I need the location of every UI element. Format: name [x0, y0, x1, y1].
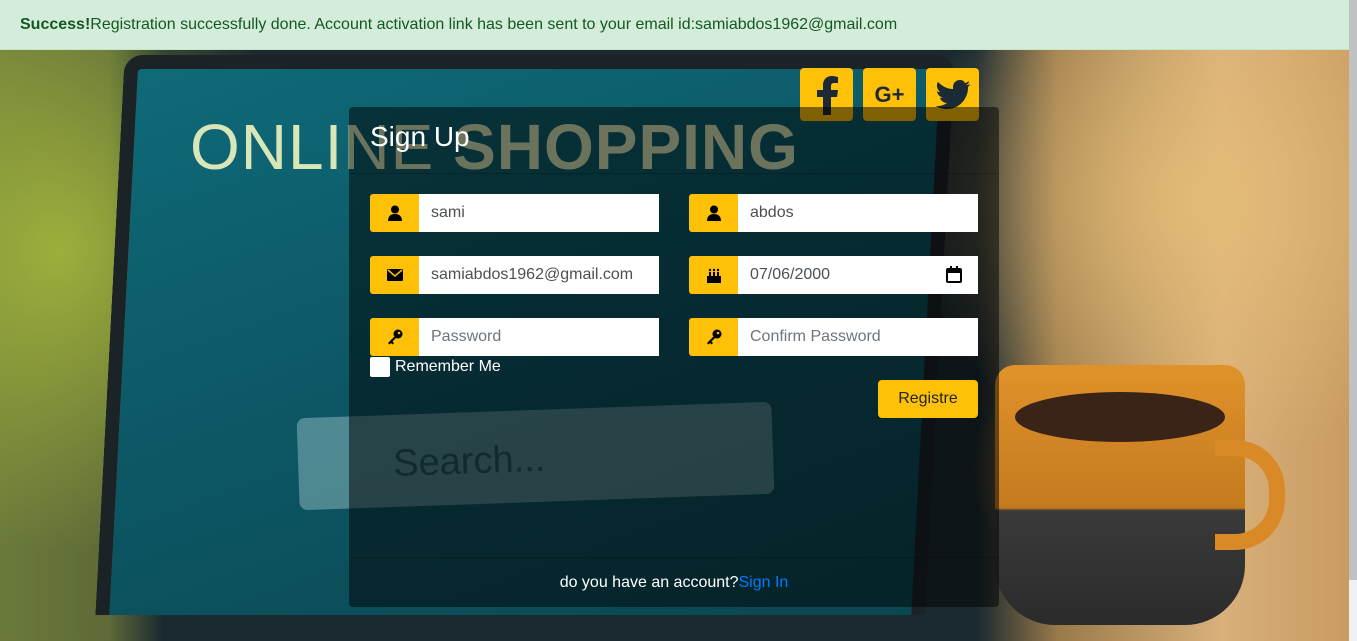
envelope-icon: [370, 256, 419, 294]
remember-me[interactable]: Remember Me: [370, 357, 501, 377]
signup-card: Sign Up sami abdos samiabdos1962@gmail.c…: [349, 107, 999, 607]
page-scrollbar[interactable]: [1349, 0, 1357, 641]
last-name-field: [689, 194, 978, 232]
google-plus-icon: G+: [874, 81, 905, 107]
first-name-input[interactable]: [419, 194, 659, 232]
card-header: Sign Up: [349, 107, 999, 174]
remember-me-checkbox[interactable]: [370, 357, 390, 377]
user-icon: [370, 194, 419, 232]
background-coffee: [1015, 392, 1225, 442]
user-icon: [689, 194, 738, 232]
success-alert: Success!Registration successfully done. …: [0, 0, 1349, 50]
key-icon: [689, 318, 738, 356]
last-name-input[interactable]: [738, 194, 978, 232]
sign-in-link[interactable]: Sign In: [739, 574, 789, 592]
birthdate-input[interactable]: [738, 256, 978, 294]
birthday-cake-icon: [689, 256, 738, 294]
register-button[interactable]: Registre: [878, 380, 978, 418]
confirm-password-input[interactable]: [738, 318, 978, 356]
card-footer: do you have an account? Sign In: [349, 557, 999, 607]
twitter-icon: [935, 79, 970, 109]
calendar-icon[interactable]: [946, 266, 962, 288]
password-input[interactable]: [419, 318, 659, 356]
confirm-password-field: [689, 318, 978, 356]
background-cup-handle: [1215, 440, 1285, 550]
remember-me-label: Remember Me: [395, 358, 501, 375]
email-field: [370, 256, 659, 294]
alert-message: Registration successfully done. Account …: [90, 16, 898, 33]
first-name-field: [370, 194, 659, 232]
alert-strong: Success!: [20, 16, 91, 33]
password-field: [370, 318, 659, 356]
birthdate-field: [689, 256, 978, 294]
card-title: Sign Up: [370, 121, 470, 152]
scrollbar-thumb[interactable]: [1349, 0, 1357, 580]
key-icon: [370, 318, 419, 356]
email-input[interactable]: [419, 256, 659, 294]
footer-text: do you have an account?: [559, 573, 739, 591]
